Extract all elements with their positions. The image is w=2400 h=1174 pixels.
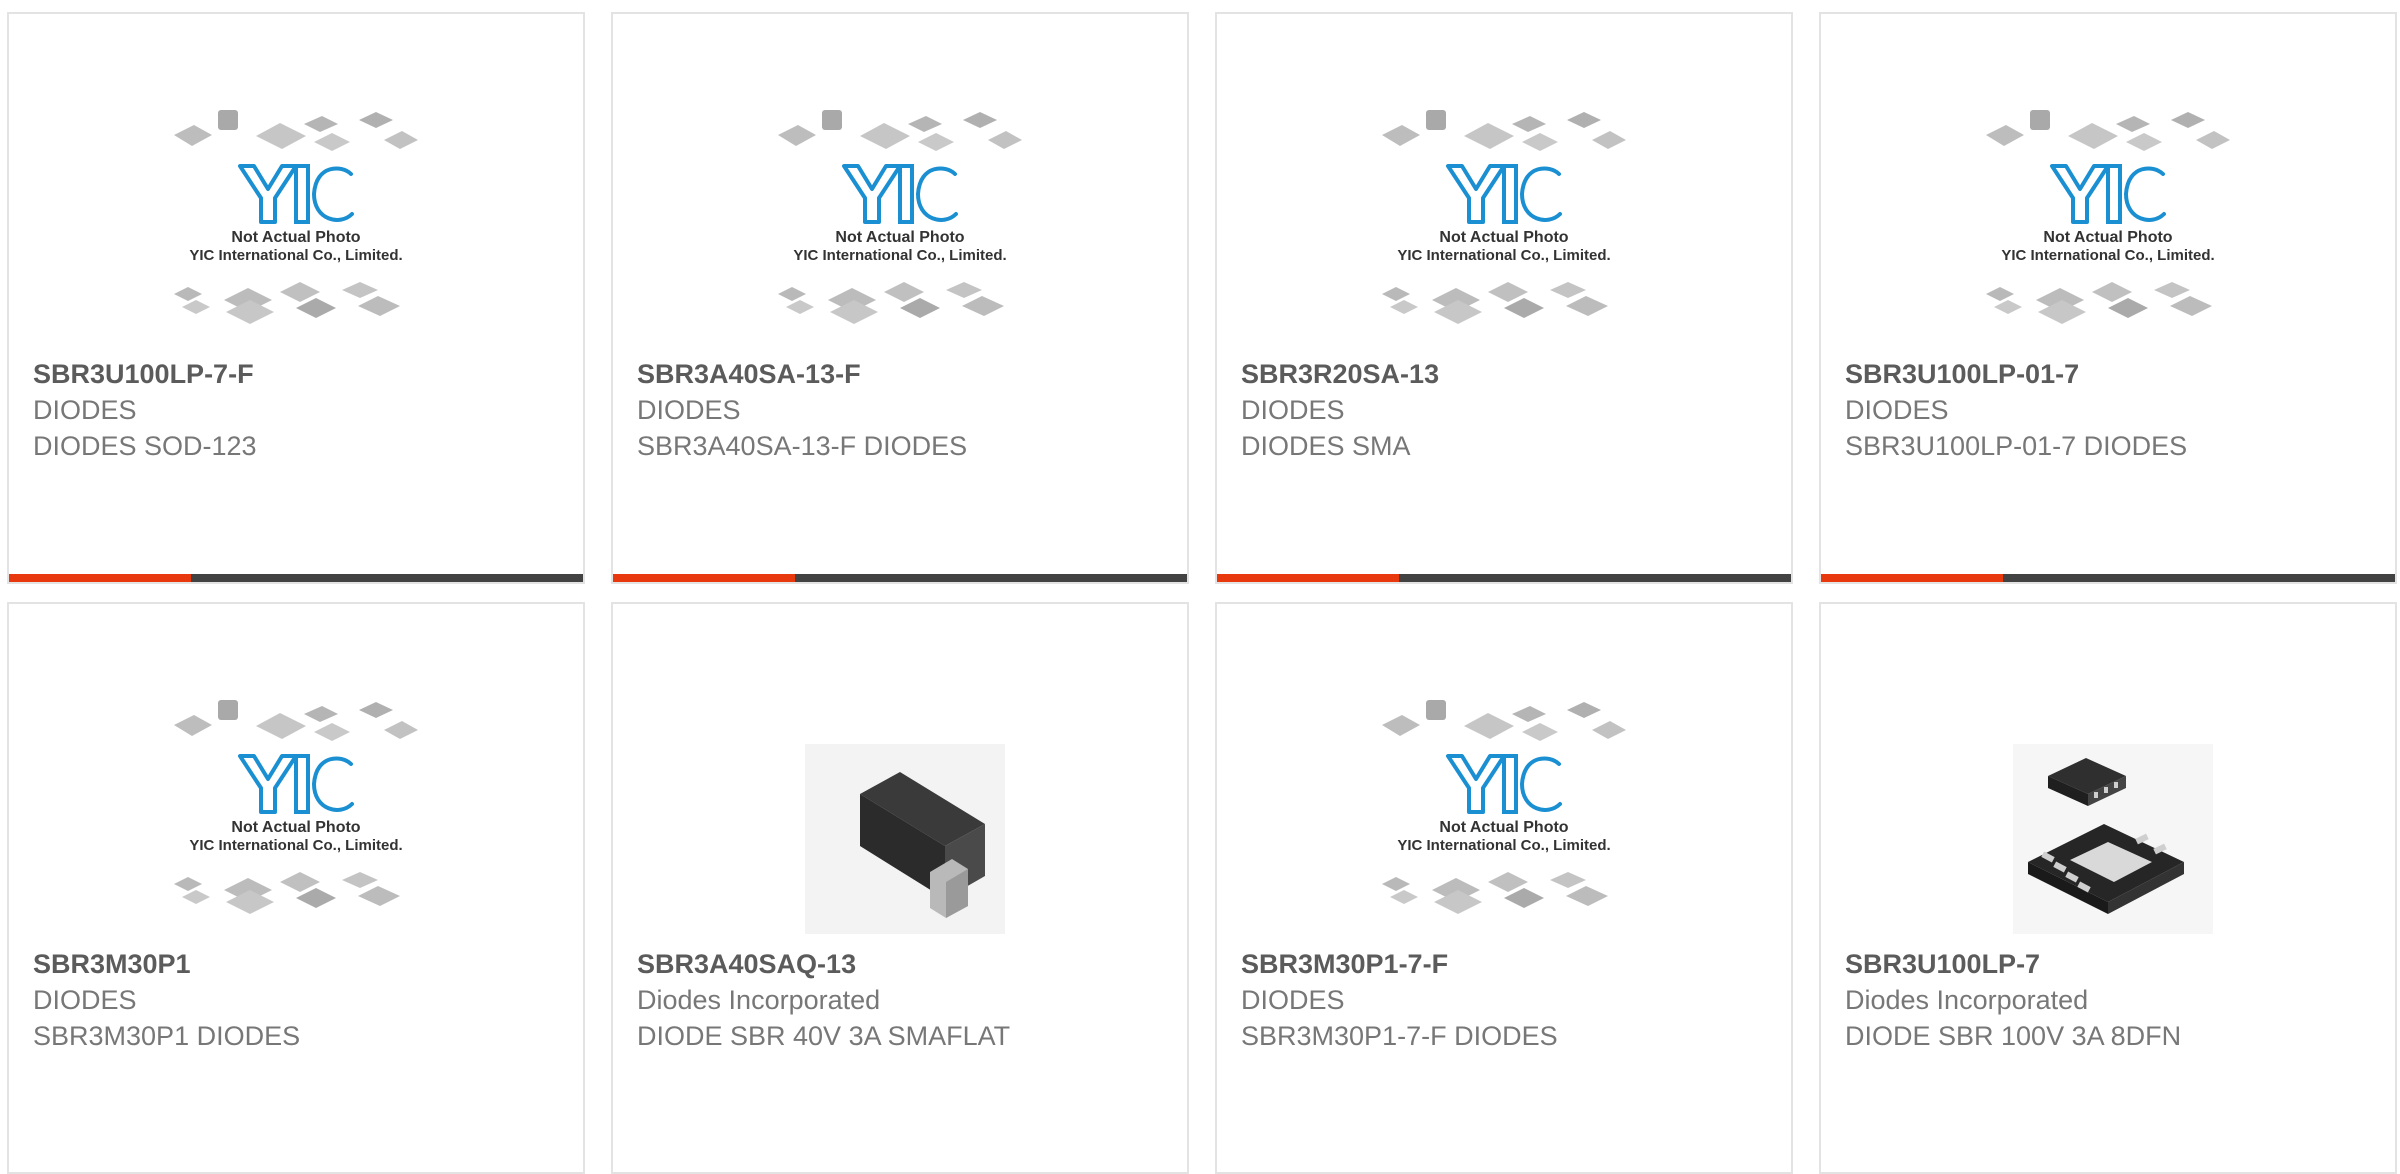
description: DIODES SOD-123 xyxy=(33,431,257,461)
placeholder-caption-line2: YIC International Co., Limited. xyxy=(1397,247,1610,264)
product-card[interactable]: SBR3U100LP-7 Diodes Incorporated DIODE S… xyxy=(1819,602,2397,1174)
placeholder-caption-line1: Not Actual Photo xyxy=(1439,819,1568,836)
placeholder-caption-line2: YIC International Co., Limited. xyxy=(189,247,402,264)
manufacturer: DIODES xyxy=(1241,395,1345,425)
product-card[interactable]: Not Actual Photo YIC International Co., … xyxy=(1215,602,1793,1174)
product-grid: Not Actual Photo YIC International Co., … xyxy=(7,12,2400,1174)
description: SBR3M30P1-7-F DIODES xyxy=(1241,1021,1558,1051)
product-image[interactable]: Not Actual Photo YIC International Co., … xyxy=(613,94,1187,359)
placeholder-caption-line2: YIC International Co., Limited. xyxy=(189,837,402,854)
manufacturer: DIODES xyxy=(1845,395,1949,425)
part-number[interactable]: SBR3M30P1-7-F xyxy=(1241,946,1773,982)
part-number[interactable]: SBR3A40SAQ-13 xyxy=(637,946,1169,982)
product-image[interactable]: Not Actual Photo YIC International Co., … xyxy=(9,94,583,359)
placeholder-caption-line1: Not Actual Photo xyxy=(1439,229,1568,246)
manufacturer: DIODES xyxy=(33,395,137,425)
yic-placeholder-image: Not Actual Photo YIC International Co., … xyxy=(1382,110,1626,324)
product-card[interactable]: Not Actual Photo YIC International Co., … xyxy=(7,602,585,1174)
part-number[interactable]: SBR3M30P1 xyxy=(33,946,565,982)
card-accent-bar xyxy=(9,574,583,582)
card-accent-bar xyxy=(1821,574,2395,582)
part-number[interactable]: SBR3U100LP-01-7 xyxy=(1845,356,2377,392)
placeholder-caption-line2: YIC International Co., Limited. xyxy=(1397,837,1610,854)
product-image[interactable]: Not Actual Photo YIC International Co., … xyxy=(1821,94,2395,359)
product-card[interactable]: Not Actual Photo YIC International Co., … xyxy=(1819,12,2397,584)
product-image[interactable] xyxy=(1821,684,2395,949)
yic-placeholder-image: Not Actual Photo YIC International Co., … xyxy=(174,110,418,324)
placeholder-caption-line2: YIC International Co., Limited. xyxy=(793,247,1006,264)
manufacturer: Diodes Incorporated xyxy=(1845,985,2089,1015)
placeholder-caption-line1: Not Actual Photo xyxy=(835,229,964,246)
product-card[interactable]: Not Actual Photo YIC International Co., … xyxy=(7,12,585,584)
placeholder-caption-line2: YIC International Co., Limited. xyxy=(2001,247,2214,264)
part-number[interactable]: SBR3A40SA-13-F xyxy=(637,356,1169,392)
product-image[interactable]: Not Actual Photo YIC International Co., … xyxy=(9,684,583,949)
placeholder-caption-line1: Not Actual Photo xyxy=(231,819,360,836)
product-card[interactable]: SBR3A40SAQ-13 Diodes Incorporated DIODE … xyxy=(611,602,1189,1174)
product-image[interactable] xyxy=(613,684,1187,949)
manufacturer: DIODES xyxy=(1241,985,1345,1015)
dfn-package-image xyxy=(2013,744,2213,934)
placeholder-caption-line1: Not Actual Photo xyxy=(2043,229,2172,246)
placeholder-caption-line1: Not Actual Photo xyxy=(231,229,360,246)
yic-placeholder-image: Not Actual Photo YIC International Co., … xyxy=(174,700,418,914)
description: SBR3A40SA-13-F DIODES xyxy=(637,431,968,461)
product-image[interactable]: Not Actual Photo YIC International Co., … xyxy=(1217,684,1791,949)
description: DIODES SMA xyxy=(1241,431,1411,461)
description: DIODE SBR 100V 3A 8DFN xyxy=(1845,1021,2182,1051)
part-number[interactable]: SBR3U100LP-7-F xyxy=(33,356,565,392)
manufacturer: Diodes Incorporated xyxy=(637,985,881,1015)
yic-placeholder-image: Not Actual Photo YIC International Co., … xyxy=(1382,700,1626,914)
yic-placeholder-image: Not Actual Photo YIC International Co., … xyxy=(1986,110,2230,324)
yic-placeholder-image: Not Actual Photo YIC International Co., … xyxy=(778,110,1022,324)
part-number[interactable]: SBR3R20SA-13 xyxy=(1241,356,1773,392)
card-accent-bar xyxy=(1217,574,1791,582)
description: DIODE SBR 40V 3A SMAFLAT xyxy=(637,1021,1011,1051)
product-card[interactable]: Not Actual Photo YIC International Co., … xyxy=(1215,12,1793,584)
product-image[interactable]: Not Actual Photo YIC International Co., … xyxy=(1217,94,1791,359)
manufacturer: DIODES xyxy=(637,395,741,425)
part-number[interactable]: SBR3U100LP-7 xyxy=(1845,946,2377,982)
description: SBR3U100LP-01-7 DIODES xyxy=(1845,431,2188,461)
description: SBR3M30P1 DIODES xyxy=(33,1021,301,1051)
manufacturer: DIODES xyxy=(33,985,137,1015)
card-accent-bar xyxy=(613,574,1187,582)
product-card[interactable]: Not Actual Photo YIC International Co., … xyxy=(611,12,1189,584)
sma-package-image xyxy=(805,744,1005,934)
